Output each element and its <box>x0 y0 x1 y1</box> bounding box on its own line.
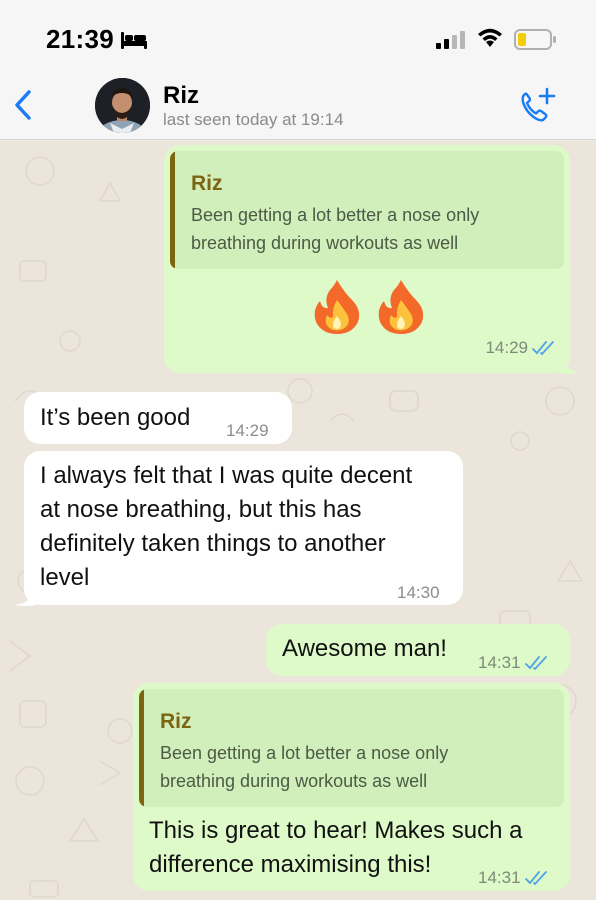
message-bubble-outgoing[interactable]: Riz Been getting a lot better a nose onl… <box>164 145 570 373</box>
fire-emoji <box>378 280 424 334</box>
message-bubble-outgoing[interactable]: Riz Been getting a lot better a nose onl… <box>133 683 570 891</box>
avatar-image <box>95 78 150 133</box>
message-line: level <box>40 564 90 591</box>
quoted-text: Been getting a lot better a nose only br… <box>191 205 480 253</box>
message-meta: 14:31 <box>478 646 549 680</box>
message-time: 14:31 <box>478 868 521 887</box>
message-line: definitely taken things to another <box>40 530 386 557</box>
contact-name[interactable]: Riz <box>163 82 199 110</box>
read-ticks-icon <box>532 341 554 356</box>
bubble-tail <box>560 357 582 374</box>
message-line: difference maximising this! <box>149 851 432 878</box>
battery-icon <box>514 29 556 50</box>
status-time: 21:39 <box>46 24 114 54</box>
message-meta: 14:31 <box>478 861 549 895</box>
message-time: 14:30 <box>397 583 440 602</box>
read-ticks-icon <box>524 656 547 671</box>
bed-icon <box>121 32 147 49</box>
message-text: I always felt that I was quite decent at… <box>40 459 412 595</box>
chevron-left-icon[interactable] <box>12 88 34 122</box>
message-meta: 14:29 <box>485 331 556 365</box>
add-call-icon[interactable] <box>516 86 558 126</box>
quote-bar <box>170 151 175 269</box>
avatar[interactable] <box>95 78 150 133</box>
message-time: 14:31 <box>478 653 521 672</box>
message-time: 14:29 <box>226 421 269 440</box>
message-bubble-outgoing[interactable]: Awesome man! 14:31 <box>266 624 570 676</box>
status-bar: 21:39 <box>0 0 596 70</box>
signal-icon <box>436 31 465 49</box>
chat-header: Riz last seen today at 19:14 <box>0 70 596 140</box>
quoted-message[interactable]: Riz Been getting a lot better a nose onl… <box>170 151 564 269</box>
message-line: at nose breathing, but this has <box>40 496 362 523</box>
message-bubble-incoming[interactable]: I always felt that I was quite decent at… <box>24 451 463 605</box>
message-text: It’s been good <box>40 404 191 431</box>
quoted-text: Been getting a lot better a nose only br… <box>160 743 449 791</box>
chat-area[interactable]: Riz Been getting a lot better a nose onl… <box>0 141 596 900</box>
message-time: 14:29 <box>485 338 528 357</box>
message-line: This is great to hear! Makes such a <box>149 817 523 844</box>
bubble-tail <box>14 589 36 606</box>
message-line: I always felt that I was quite decent <box>40 462 413 489</box>
read-ticks-icon <box>524 871 547 886</box>
message-text: Awesome man! <box>282 635 447 662</box>
message-bubble-incoming[interactable]: It’s been good 14:29 <box>24 392 292 444</box>
message-text: This is great to hear! Makes such a diff… <box>149 814 523 882</box>
last-seen-status: last seen today at 19:14 <box>163 110 344 129</box>
quoted-author: Riz <box>191 172 223 195</box>
quote-bar <box>139 689 144 807</box>
quoted-author: Riz <box>160 710 192 733</box>
wifi-icon <box>478 28 502 47</box>
quoted-message[interactable]: Riz Been getting a lot better a nose onl… <box>139 689 564 807</box>
fire-emoji <box>314 280 360 334</box>
